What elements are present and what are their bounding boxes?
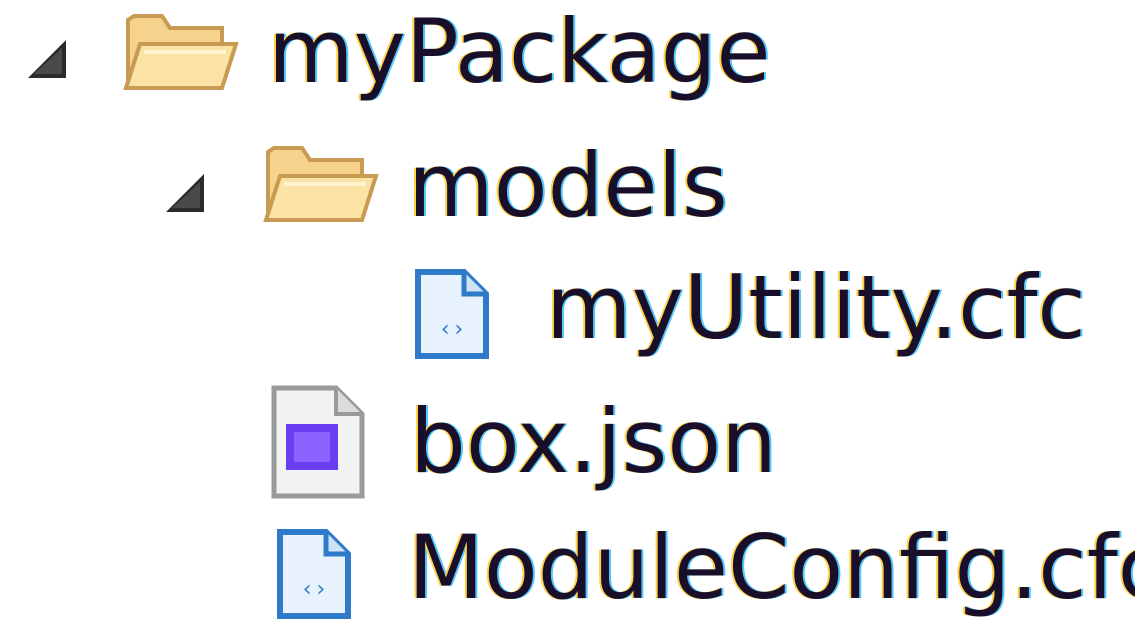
- tree-item-label: myPackage: [268, 0, 771, 103]
- code-brackets-glyph: ‹›: [439, 317, 466, 342]
- expanded-triangle-icon[interactable]: [24, 36, 70, 82]
- tree-item-mypackage[interactable]: myPackage: [0, 0, 1135, 110]
- cfc-file-icon: ‹›: [415, 269, 489, 359]
- tree-item-label: myUtility.cfc: [546, 256, 1086, 359]
- cfc-file-icon: ‹›: [277, 529, 351, 619]
- tree-item-label: models: [408, 134, 728, 237]
- tree-item-moduleconfig[interactable]: ‹› ModuleConfig.cfc: [0, 520, 1135, 630]
- json-file-icon: [271, 385, 365, 499]
- tree-item-box-json[interactable]: box.json: [0, 384, 1135, 499]
- tree-item-label: box.json: [410, 390, 777, 493]
- tree-item-models[interactable]: models: [0, 140, 1135, 250]
- tree-item-label: ModuleConfig.cfc: [408, 516, 1135, 619]
- project-tree: myPackage models ‹› myUtility.cfc box.js…: [0, 0, 1135, 619]
- folder-open-icon: [263, 146, 379, 222]
- tree-item-myutility[interactable]: ‹› myUtility.cfc: [0, 262, 1135, 372]
- code-brackets-glyph: ‹›: [301, 577, 328, 602]
- folder-open-icon: [123, 14, 239, 90]
- expanded-triangle-icon[interactable]: [162, 170, 208, 216]
